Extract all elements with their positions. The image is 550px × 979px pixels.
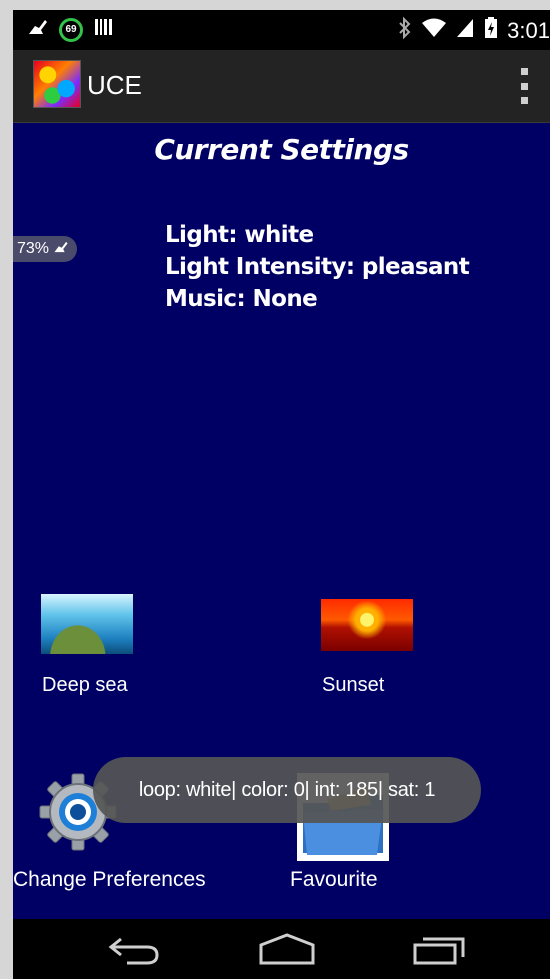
preset-deep-sea[interactable]: Deep sea [41, 594, 133, 697]
back-icon[interactable] [105, 931, 165, 967]
home-icon[interactable] [257, 931, 317, 967]
toast-message: loop: white| color: 0| int: 185| sat: 1 [93, 757, 481, 823]
preset-label: Sunset [322, 674, 385, 696]
action-bar: UCE [13, 50, 550, 123]
change-preferences-label[interactable]: Change Preferences [13, 868, 206, 892]
status-time: 3:01 [507, 17, 550, 43]
overflow-menu-icon[interactable] [518, 68, 530, 104]
barcode-icon [93, 16, 115, 43]
preset-sunset[interactable]: Sunset [321, 599, 413, 697]
phone-screen: 69 3:01 UCE Current Settings 73% Light: … [13, 10, 550, 979]
page-title: Current Settings [154, 133, 409, 166]
app-logo-icon[interactable] [33, 60, 81, 108]
setting-music: Music: None [165, 286, 318, 312]
bluetooth-icon [397, 16, 413, 45]
battery-charging-icon [483, 16, 499, 45]
status-bar: 69 3:01 [13, 10, 550, 50]
wifi-icon [421, 17, 447, 44]
counter-circle-icon: 69 [59, 17, 83, 42]
cleaner-icon [53, 239, 69, 260]
main-content: Current Settings 73% Light: white Light … [13, 123, 550, 919]
battery-percent: 73% [17, 240, 50, 257]
setting-light: Light: white [165, 222, 314, 248]
setting-light-intensity: Light Intensity: pleasant [165, 254, 470, 280]
signal-icon [455, 17, 475, 44]
current-settings-list: Light: white Light Intensity: pleasant M… [165, 219, 470, 315]
deep-sea-thumbnail[interactable] [41, 594, 133, 654]
sunset-thumbnail[interactable] [321, 599, 413, 651]
app-title: UCE [87, 70, 142, 100]
preset-label: Deep sea [42, 674, 128, 696]
recent-apps-icon[interactable] [409, 931, 469, 967]
toast-text: loop: white| color: 0| int: 185| sat: 1 [138, 778, 436, 801]
navigation-bar [13, 919, 550, 979]
favourite-label[interactable]: Favourite [290, 868, 378, 892]
battery-overlay: 73% [13, 236, 78, 262]
cleaner-icon [27, 16, 49, 43]
